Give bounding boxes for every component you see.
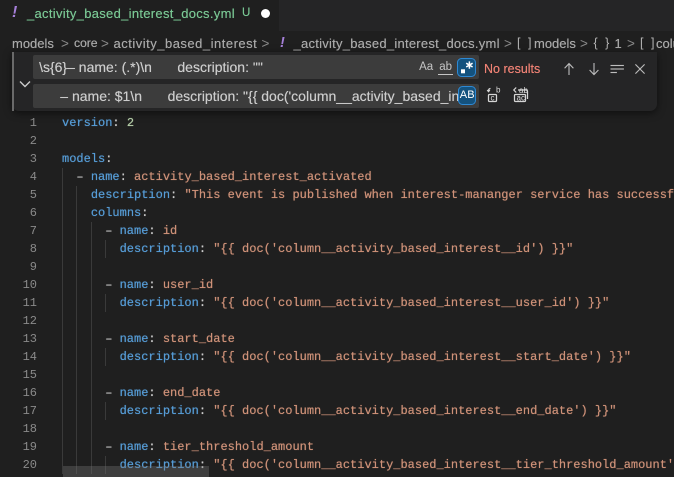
svg-text:c: c bbox=[491, 94, 495, 103]
svg-text:ac: ac bbox=[517, 94, 525, 103]
svg-text:b: b bbox=[496, 86, 501, 95]
